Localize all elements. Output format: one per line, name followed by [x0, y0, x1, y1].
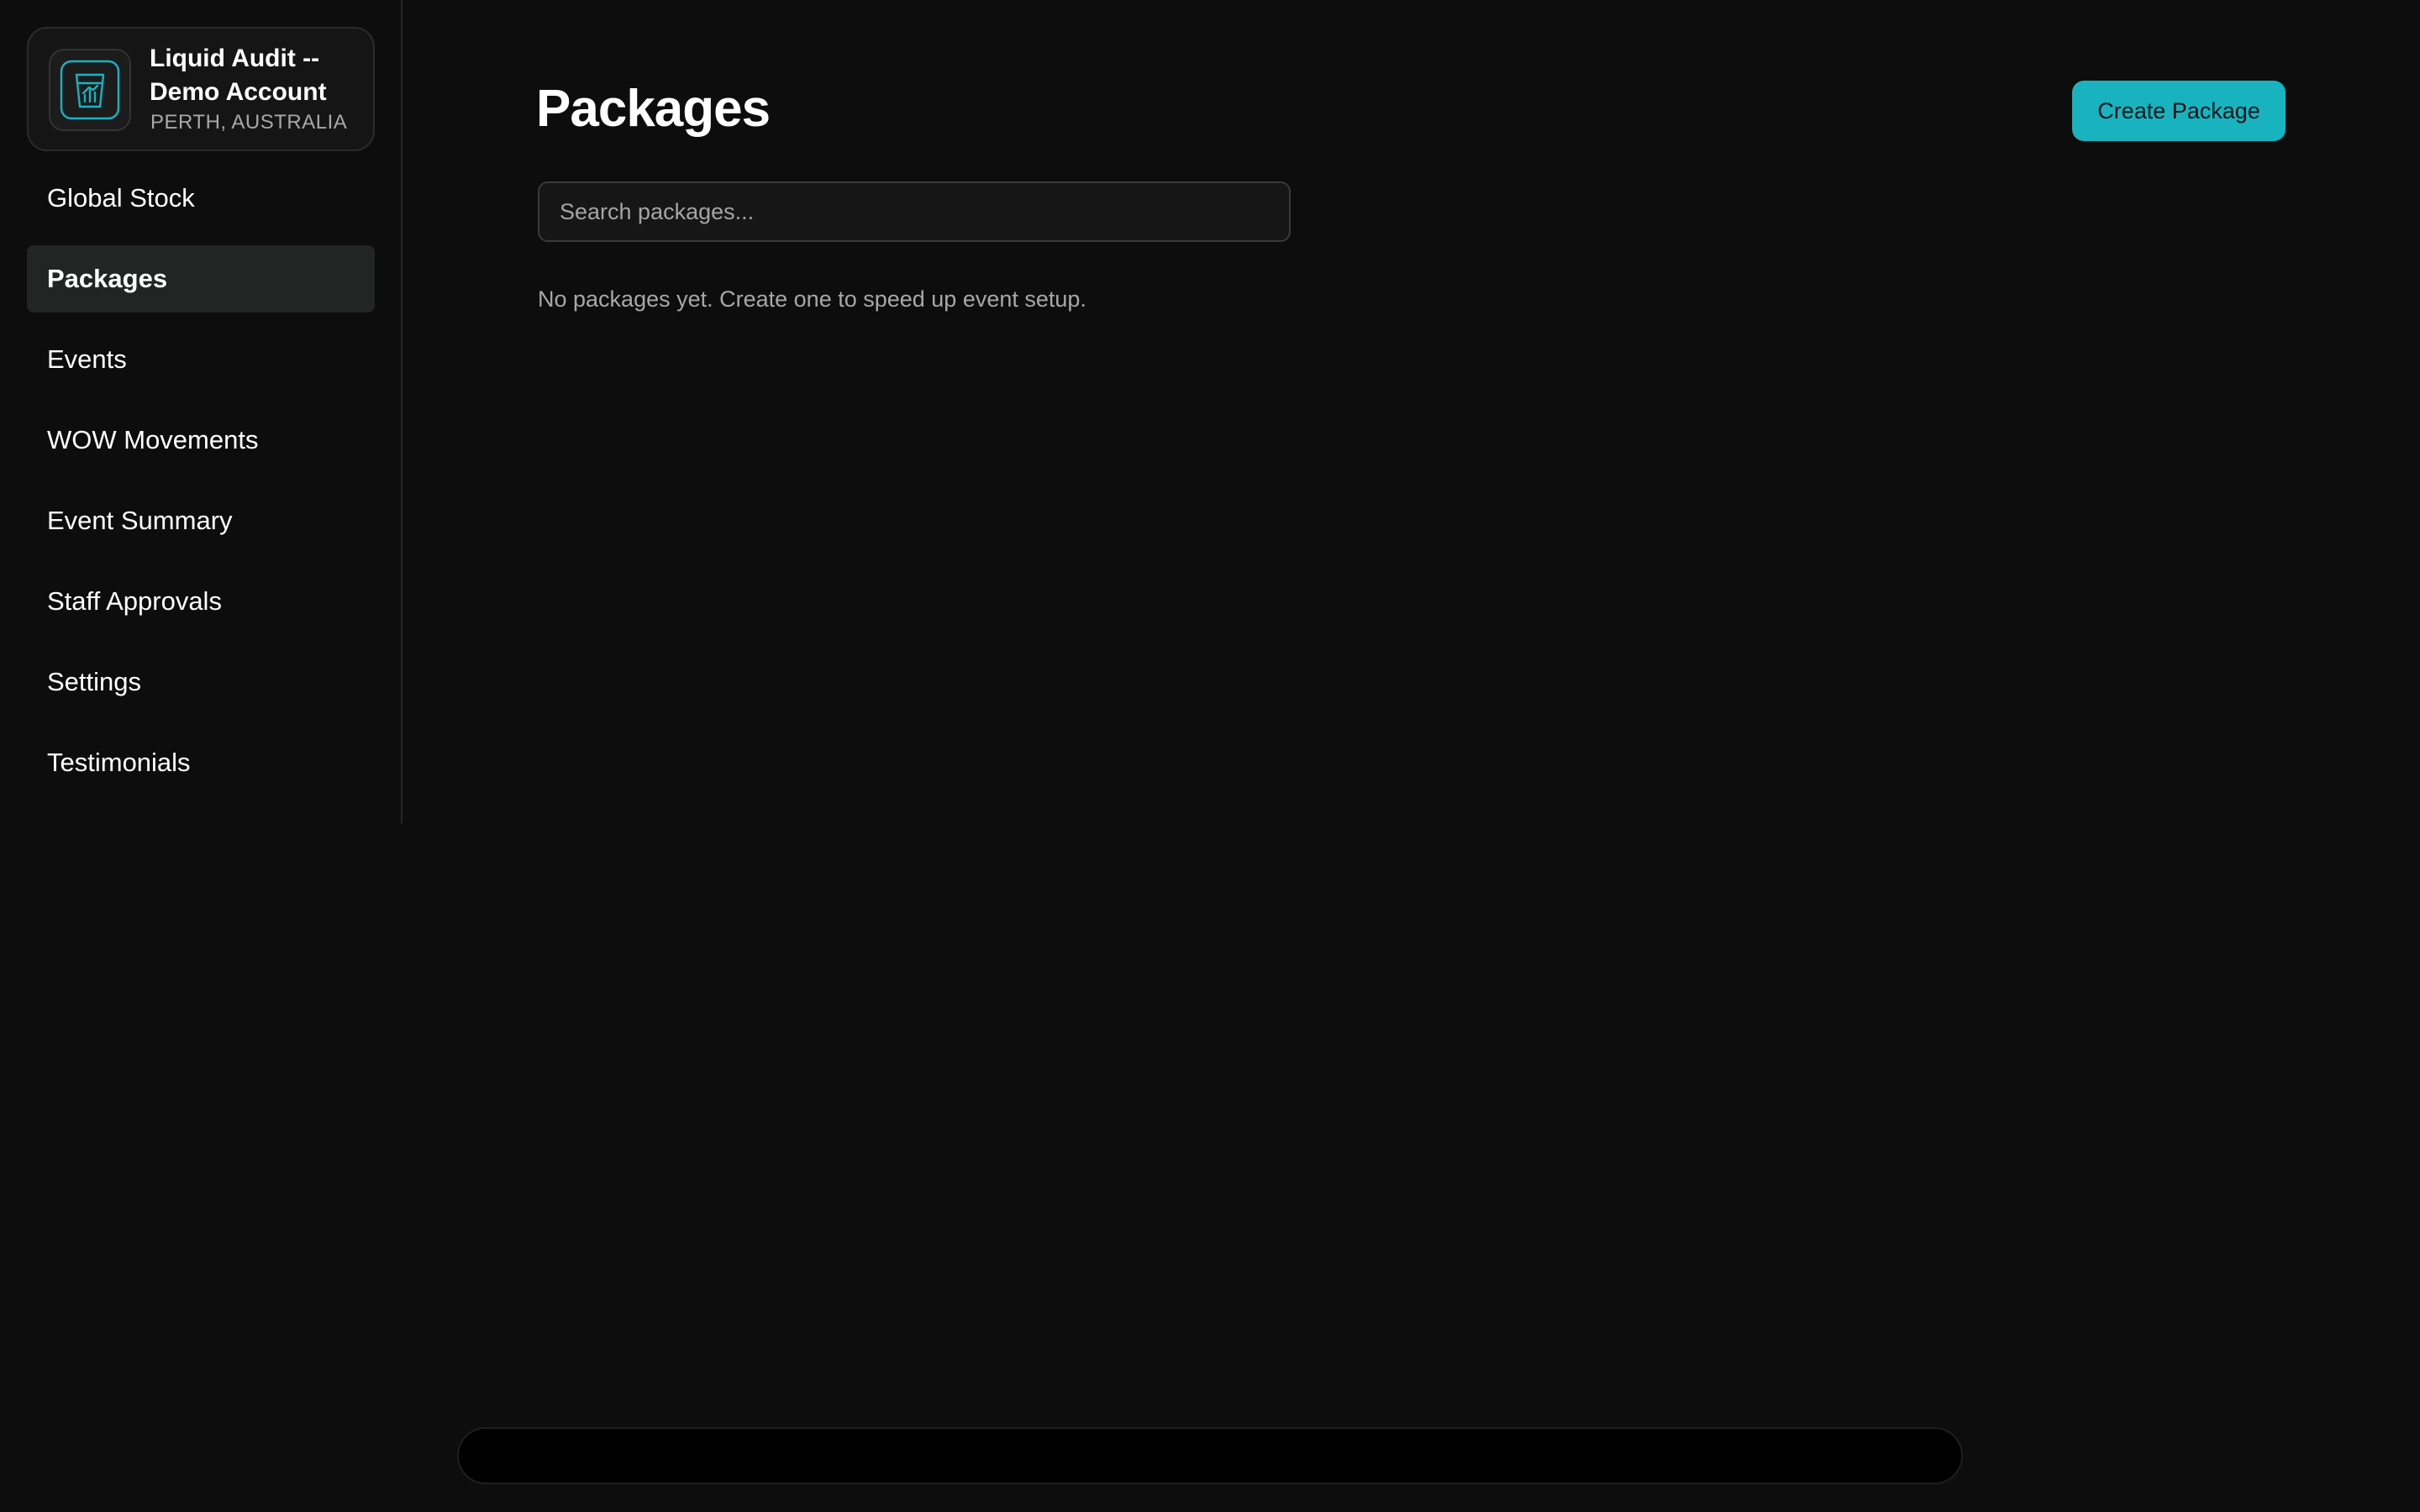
sidebar-item-events[interactable]: Events: [27, 326, 375, 393]
account-location: PERTH, AUSTRALIA: [150, 111, 348, 134]
sidebar-item-packages[interactable]: Packages: [27, 245, 375, 312]
sidebar-item-settings[interactable]: Settings: [27, 648, 375, 716]
sidebar: Liquid Audit -- Demo Account PERTH, AUST…: [0, 0, 402, 823]
search-input[interactable]: [538, 181, 1291, 242]
glass-chart-icon: [60, 60, 120, 120]
account-switcher[interactable]: Liquid Audit -- Demo Account PERTH, AUST…: [27, 27, 375, 151]
sidebar-item-testimonials[interactable]: Testimonials: [27, 729, 375, 796]
sidebar-item-wow-movements[interactable]: WOW Movements: [27, 407, 375, 474]
account-logo: [49, 49, 131, 131]
account-name: Liquid Audit -- Demo Account: [150, 45, 327, 106]
sidebar-item-staff-approvals[interactable]: Staff Approvals: [27, 568, 375, 635]
bottom-bar[interactable]: [457, 1427, 1963, 1484]
sidebar-item-global-stock[interactable]: Global Stock: [27, 165, 375, 232]
sidebar-item-event-summary[interactable]: Event Summary: [27, 487, 375, 554]
sidebar-nav: Global Stock Packages Events WOW Movemen…: [27, 165, 375, 810]
empty-state-message: No packages yet. Create one to speed up …: [538, 286, 1086, 312]
page-title: Packages: [536, 80, 771, 138]
create-package-button[interactable]: Create Package: [2072, 81, 2286, 141]
